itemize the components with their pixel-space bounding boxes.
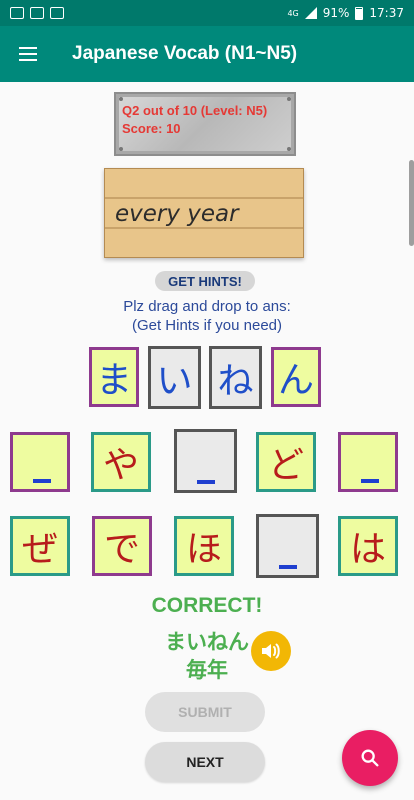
option-tile[interactable]: で <box>92 516 152 576</box>
score-value: Score: 10 <box>122 121 181 136</box>
option-tile[interactable]: ぜ <box>10 516 70 576</box>
option-tile[interactable]: ど <box>256 432 316 492</box>
activity-icon <box>50 7 64 19</box>
battery-icon <box>355 6 364 20</box>
signal-icon <box>304 7 317 19</box>
empty-slot[interactable] <box>256 514 319 578</box>
option-tile[interactable]: や <box>91 432 151 492</box>
answer-tile[interactable]: ね <box>209 346 262 409</box>
submit-button[interactable]: SUBMIT <box>145 692 265 732</box>
prompt-sign: every year <box>104 168 304 258</box>
option-tile[interactable]: ほ <box>174 516 234 576</box>
status-bar: 4G 91% 17:37 <box>0 0 414 26</box>
menu-icon[interactable] <box>0 26 56 82</box>
prompt-word: every year <box>115 201 239 227</box>
instruction-line-2: (Get Hints if you need) <box>131 317 283 334</box>
answer-tile[interactable]: ま <box>89 347 139 407</box>
empty-tile[interactable] <box>338 432 398 492</box>
network-type: 4G <box>287 8 299 18</box>
empty-tile[interactable] <box>10 432 70 492</box>
result-kanji: 毎年 <box>186 659 228 682</box>
option-tile[interactable]: は <box>338 516 398 576</box>
instruction-line-1: Plz drag and drop to ans: <box>123 298 291 315</box>
question-counter: Q2 out of 10 (Level: N5) <box>122 103 268 118</box>
scroll-indicator <box>409 160 414 246</box>
clock: 17:37 <box>369 6 404 20</box>
result-status: CORRECT! <box>151 594 263 617</box>
empty-slot[interactable] <box>174 429 237 493</box>
scoreboard: Q2 out of 10 (Level: N5) Score: 10 <box>114 92 296 156</box>
battery-percent: 91% <box>322 6 350 20</box>
app-title: Japanese Vocab (N1~N5) <box>72 43 298 64</box>
gallery-icon <box>10 7 24 19</box>
app-bar: Japanese Vocab (N1~N5) <box>0 26 414 82</box>
result-reading: まいねん <box>165 631 249 654</box>
cloud-icon <box>30 7 44 19</box>
answer-tile[interactable]: い <box>148 346 201 409</box>
next-button[interactable]: NEXT <box>145 742 265 782</box>
speaker-icon[interactable] <box>251 631 291 671</box>
answer-tile[interactable]: ん <box>271 347 321 407</box>
search-icon[interactable] <box>342 730 398 786</box>
get-hints-button[interactable]: GET HINTS! <box>155 271 255 291</box>
